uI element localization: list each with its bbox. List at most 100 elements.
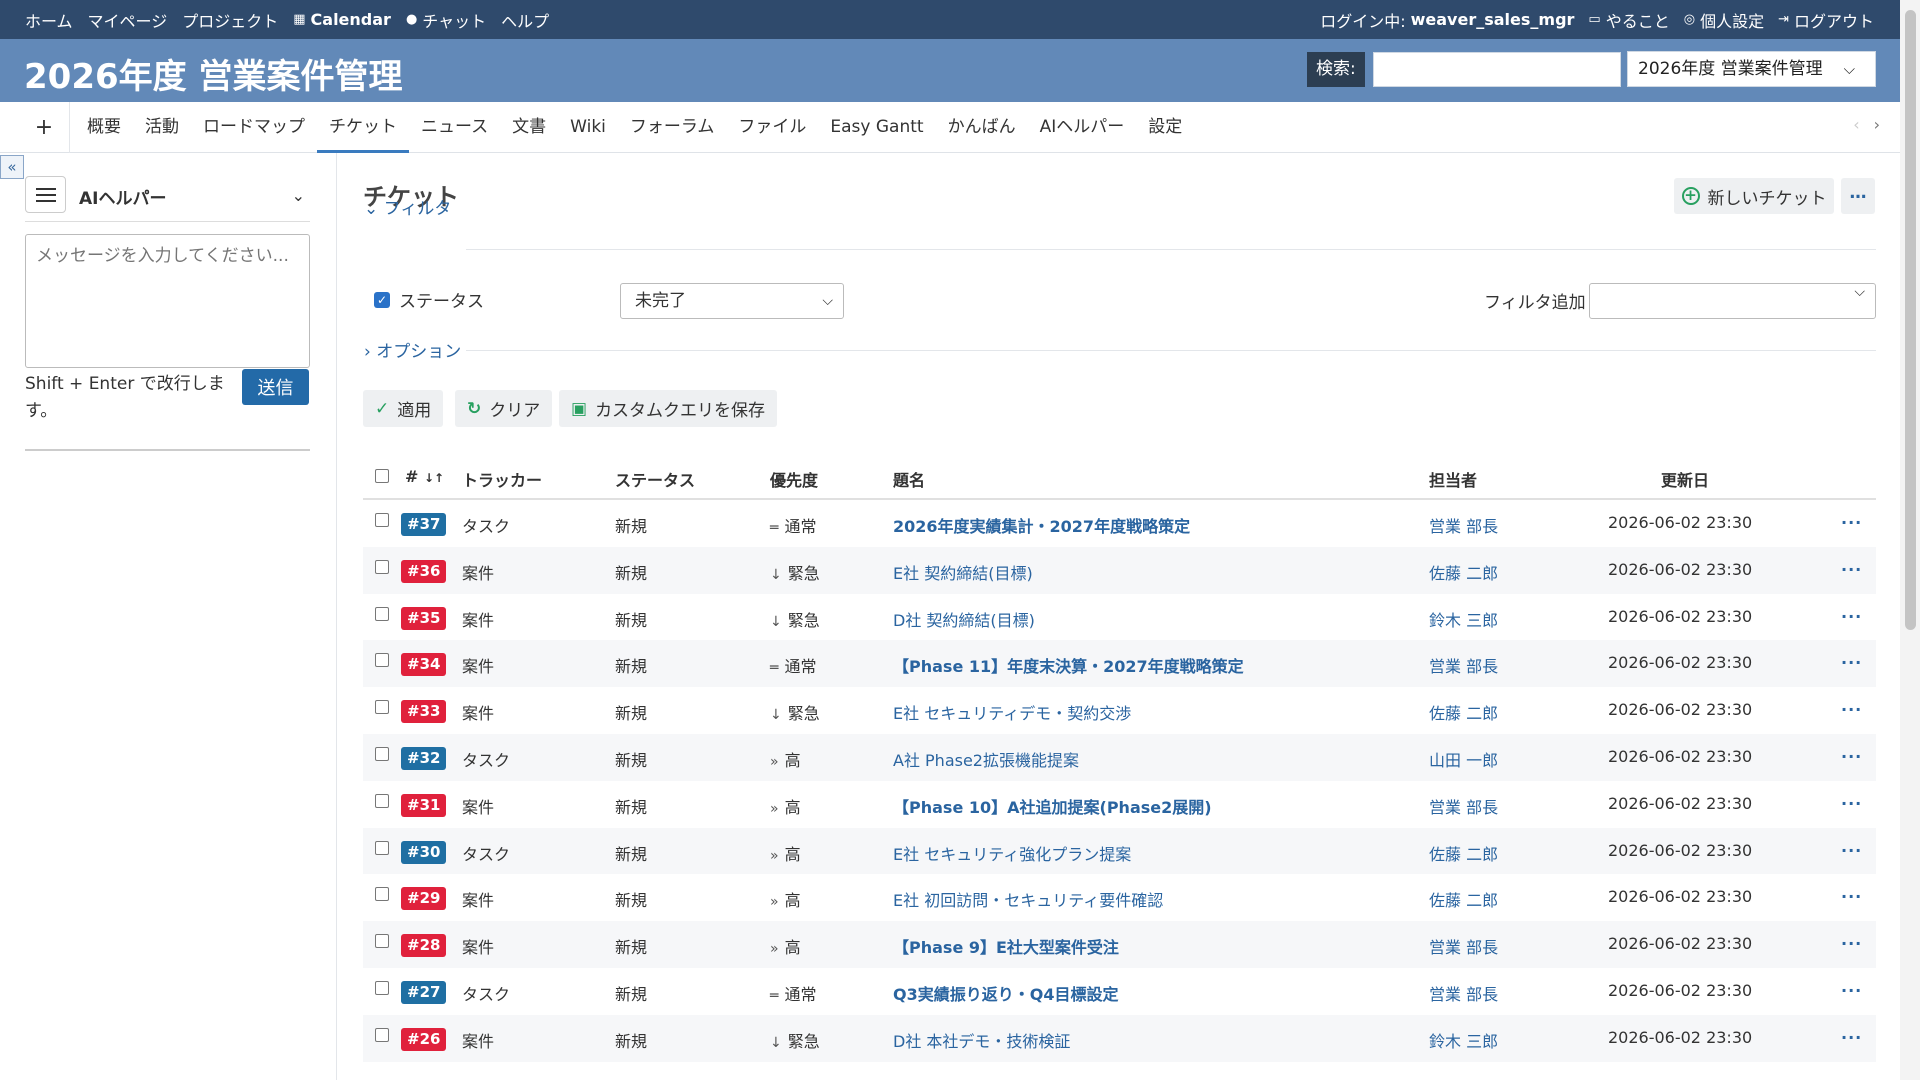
row-actions-icon[interactable]: ··· <box>1841 607 1862 626</box>
calendar-link[interactable]: ▦ Calendar <box>293 10 391 29</box>
row-checkbox[interactable] <box>375 980 389 995</box>
table-row[interactable]: #35 案件 新規 ↓ 緊急 D社 契約締結(目標) 鈴木 三郎 2026-06-02 23:… <box>363 594 1876 641</box>
assignee-link[interactable]: 営業 部長 <box>1429 653 1498 677</box>
page-scrollbar[interactable] <box>1900 0 1920 1080</box>
more-actions-button[interactable]: … <box>1841 178 1875 214</box>
row-actions-icon[interactable]: ··· <box>1841 560 1862 579</box>
row-checkbox[interactable] <box>375 887 389 902</box>
table-row[interactable]: #28 案件 新規 » 高 【Phase 9】E社大型案件受注 営業 部長 2026-06-0… <box>363 921 1876 968</box>
subject-header[interactable]: 題名 <box>893 467 925 491</box>
projects-link[interactable]: プロジェクト <box>182 8 278 32</box>
row-checkbox[interactable] <box>375 1027 389 1042</box>
table-row[interactable]: #33 案件 新規 ↓ 緊急 E社 セキュリティデモ・契約交渉 佐藤 二郎 2026-06-0… <box>363 687 1876 734</box>
row-actions-icon[interactable]: ··· <box>1841 934 1862 953</box>
row-checkbox[interactable] <box>375 559 389 574</box>
tab-10[interactable]: かんばん <box>936 102 1028 153</box>
subject-link[interactable]: 【Phase 10】A社追加提案(Phase2展開) <box>893 794 1212 818</box>
updated-header[interactable]: 更新日 <box>1661 467 1709 491</box>
subject-link[interactable]: E社 契約締結(目標) <box>893 560 1033 584</box>
table-row[interactable]: #32 タスク 新規 » 高 A社 Phase2拡張機能提案 山田 一郎 2026-06-02… <box>363 733 1876 781</box>
help-link[interactable]: ヘルプ <box>501 8 549 32</box>
row-checkbox[interactable] <box>375 606 389 621</box>
ai-message-input[interactable] <box>25 234 310 368</box>
issue-id-link[interactable]: #36 <box>401 559 447 583</box>
tab-4[interactable]: ニュース <box>409 102 500 153</box>
project-jump-select[interactable]: 2026年度 営業案件管理 ⌵ <box>1627 51 1876 87</box>
send-button[interactable]: 送信 <box>242 369 309 405</box>
issue-id-link[interactable]: #34 <box>401 653 447 677</box>
row-checkbox[interactable] <box>375 793 389 808</box>
row-actions-icon[interactable]: ··· <box>1841 653 1862 672</box>
hamburger-menu-icon[interactable] <box>25 176 66 213</box>
tab-7[interactable]: フォーラム <box>618 102 727 153</box>
issue-id-link[interactable]: #27 <box>401 980 447 1004</box>
row-checkbox[interactable] <box>375 934 389 949</box>
new-object-button[interactable]: + <box>19 102 70 153</box>
apply-button[interactable]: ✓ 適用 <box>363 390 444 427</box>
subject-link[interactable]: E社 セキュリティデモ・契約交渉 <box>893 700 1131 724</box>
my-page-link[interactable]: マイページ <box>88 8 168 32</box>
filter-toggle[interactable]: ⌄ フィルタ <box>364 194 451 219</box>
row-actions-icon[interactable]: ··· <box>1841 1028 1862 1047</box>
tab-9[interactable]: Easy Gantt <box>818 102 935 153</box>
tab-8[interactable]: ファイル <box>726 102 818 153</box>
row-checkbox[interactable] <box>375 840 389 855</box>
scroll-right-icon[interactable]: › <box>1874 115 1880 134</box>
subject-link[interactable]: 【Phase 11】年度末決算・2027年度戦略策定 <box>893 653 1244 677</box>
status-operator-select[interactable]: 未完了 ⌵ <box>620 283 844 319</box>
collapse-sidebar-icon[interactable]: « <box>0 155 24 179</box>
assignee-link[interactable]: 営業 部長 <box>1429 513 1498 537</box>
tab-5[interactable]: 文書 <box>500 102 558 153</box>
login-user-link[interactable]: weaver_sales_mgr <box>1411 10 1575 29</box>
table-row[interactable]: #31 案件 新規 » 高 【Phase 10】A社追加提案(Phase2展開) 営業 部長… <box>363 781 1876 828</box>
issue-id-link[interactable]: #31 <box>401 793 447 817</box>
status-filter-checkbox[interactable]: ✓ <box>374 292 390 308</box>
issue-id-link[interactable]: #26 <box>401 1027 447 1051</box>
subject-link[interactable]: 2026年度実績集計・2027年度戦略策定 <box>893 513 1190 537</box>
assignee-link[interactable]: 営業 部長 <box>1429 981 1498 1005</box>
assignee-link[interactable]: 営業 部長 <box>1429 794 1498 818</box>
home-link[interactable]: ホーム <box>25 8 73 32</box>
options-toggle[interactable]: › オプション <box>364 337 461 362</box>
row-actions-icon[interactable]: ··· <box>1841 700 1862 719</box>
subject-link[interactable]: D社 契約締結(目標) <box>893 607 1035 631</box>
tab-6[interactable]: Wiki <box>558 102 618 153</box>
chevron-down-icon[interactable]: ⌄ <box>292 186 305 205</box>
assignee-link[interactable]: 佐藤 二郎 <box>1429 841 1498 865</box>
tab-0[interactable]: 概要 <box>75 102 133 153</box>
add-filter-select[interactable]: ⌵ <box>1589 283 1876 319</box>
row-checkbox[interactable] <box>375 746 389 761</box>
row-actions-icon[interactable]: ··· <box>1841 747 1862 766</box>
row-actions-icon[interactable]: ··· <box>1841 841 1862 860</box>
row-actions-icon[interactable]: ··· <box>1841 887 1862 906</box>
issue-id-link[interactable]: #33 <box>401 700 447 724</box>
row-actions-icon[interactable]: ··· <box>1841 794 1862 813</box>
chat-link[interactable]: ● チャット <box>406 8 486 32</box>
sort-id-header[interactable]: # ↓↑ <box>405 467 444 486</box>
issue-id-link[interactable]: #28 <box>401 934 447 958</box>
row-checkbox[interactable] <box>375 653 389 668</box>
row-actions-icon[interactable]: ··· <box>1841 981 1862 1000</box>
subject-link[interactable]: E社 セキュリティ強化プラン提案 <box>893 841 1131 865</box>
subject-link[interactable]: E社 初回訪問・セキュリティ要件確認 <box>893 887 1163 911</box>
table-row[interactable]: #37 タスク 新規 ═ 通常 2026年度実績集計・2027年度戦略策定 営業 部長 202… <box>363 500 1876 547</box>
subject-link[interactable]: Q3実績振り返り・Q4目標設定 <box>893 981 1118 1005</box>
tab-11[interactable]: AIヘルパー <box>1028 102 1137 153</box>
priority-header[interactable]: 優先度 <box>770 467 818 491</box>
tab-2[interactable]: ロードマップ <box>191 102 317 153</box>
save-query-button[interactable]: ▣ カスタムクエリを保存 <box>559 390 778 427</box>
issue-id-link[interactable]: #35 <box>401 606 447 630</box>
table-row[interactable]: #34 案件 新規 ═ 通常 【Phase 11】年度末決算・2027年度戦略策定 営業 部… <box>363 640 1876 688</box>
issue-id-link[interactable]: #29 <box>401 887 447 911</box>
assignee-link[interactable]: 山田 一郎 <box>1429 747 1498 771</box>
row-actions-icon[interactable]: ··· <box>1841 513 1862 532</box>
assignee-link[interactable]: 佐藤 二郎 <box>1429 560 1498 584</box>
select-all-checkbox[interactable] <box>375 469 389 483</box>
tab-1[interactable]: 活動 <box>133 102 191 153</box>
subject-link[interactable]: D社 本社デモ・技術検証 <box>893 1028 1070 1052</box>
row-checkbox[interactable] <box>375 700 389 715</box>
assignee-link[interactable]: 佐藤 二郎 <box>1429 887 1498 911</box>
new-issue-button[interactable]: + 新しいチケット <box>1674 178 1834 214</box>
todo-link[interactable]: ▭ やること <box>1588 8 1669 32</box>
table-row[interactable]: #26 案件 新規 ↓ 緊急 D社 本社デモ・技術検証 鈴木 三郎 2026-06-02 23… <box>363 1014 1876 1062</box>
